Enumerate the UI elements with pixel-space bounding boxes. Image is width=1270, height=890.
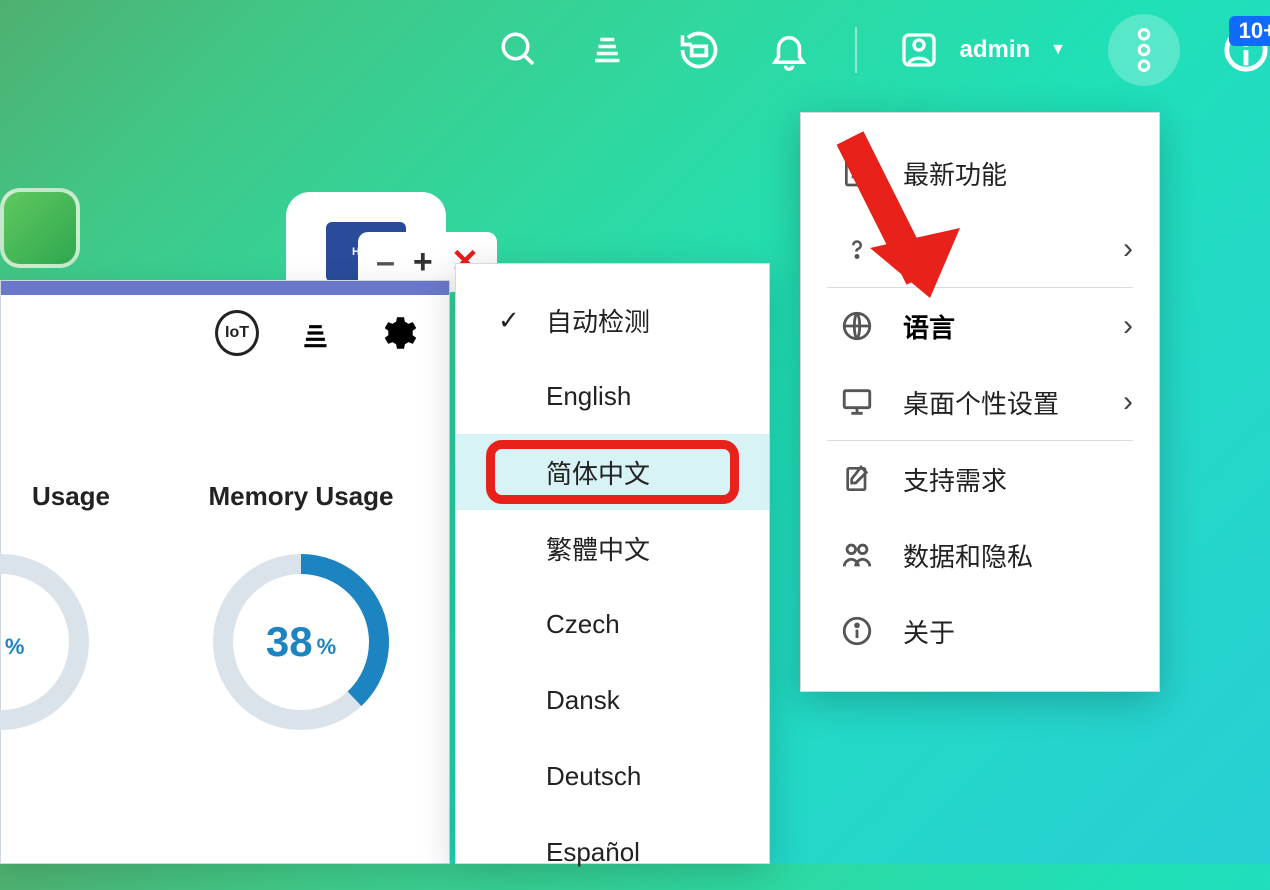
dashboard-window: IoT Usage 0% Memory Usage 38% [0, 280, 450, 864]
window-toolbar: IoT [215, 311, 419, 355]
usage-value: 0 [0, 618, 1, 666]
info-icon [839, 613, 875, 649]
lang-label: Español [546, 837, 640, 868]
news-icon [839, 155, 875, 191]
lang-item-traditional-chinese[interactable]: 繁體中文 [456, 510, 769, 586]
window-minimize-button[interactable]: – [376, 243, 395, 282]
menu-item-help[interactable]: 助 › [801, 211, 1159, 287]
window-maximize-button[interactable]: + [413, 243, 433, 282]
chevron-right-icon: › [1123, 232, 1133, 266]
toolbar-divider [855, 27, 857, 73]
notification-badge: 10+ [1229, 16, 1270, 46]
monitor-icon [839, 384, 875, 420]
help-icon [839, 231, 875, 267]
logs-icon[interactable] [295, 311, 339, 355]
lang-item-czech[interactable]: Czech [456, 586, 769, 662]
memory-pct: % [317, 634, 337, 660]
menu-label: 数据和隐私 [903, 537, 1133, 574]
memory-metric: Memory Usage 38% [161, 481, 441, 732]
menu-label: 最新功能 [903, 155, 1133, 192]
language-submenu: ✓ 自动检测 English 简体中文 繁體中文 Czech Dansk Deut… [455, 263, 770, 864]
lang-label: 简体中文 [546, 454, 650, 491]
menu-item-language[interactable]: 语言 › [801, 288, 1159, 364]
note-icon [839, 461, 875, 497]
more-options-button[interactable] [1108, 14, 1180, 86]
lang-item-deutsch[interactable]: Deutsch [456, 738, 769, 814]
lang-label: 自动检测 [546, 302, 650, 339]
menu-item-desktop-personalize[interactable]: 桌面个性设置 › [801, 364, 1159, 440]
user-menu[interactable]: admin ▼ [899, 30, 1066, 70]
lang-label: English [546, 381, 631, 412]
menu-label: 关于 [903, 613, 1133, 650]
dashboard-icon[interactable]: 10+ [1222, 26, 1270, 74]
chevron-right-icon: › [1123, 309, 1133, 343]
menu-label: 助 [903, 231, 1095, 268]
search-icon[interactable] [495, 26, 543, 74]
window-title-bar[interactable] [1, 281, 449, 295]
globe-icon [839, 308, 875, 344]
bell-icon[interactable] [765, 26, 813, 74]
user-name-label: admin [959, 36, 1030, 64]
menu-item-about[interactable]: 关于 [801, 593, 1159, 669]
lang-label: 繁體中文 [546, 530, 650, 567]
menu-label: 桌面个性设置 [903, 384, 1095, 421]
people-icon [839, 537, 875, 573]
lang-item-simplified-chinese[interactable]: 简体中文 [456, 434, 769, 510]
stack-icon[interactable] [585, 26, 633, 74]
menu-label: 语言 [903, 308, 1095, 345]
usage-pct: % [5, 634, 25, 660]
memory-label: Memory Usage [161, 481, 441, 512]
lang-item-english[interactable]: English [456, 358, 769, 434]
chevron-right-icon: › [1123, 385, 1133, 419]
lang-label: Dansk [546, 685, 620, 716]
gear-icon[interactable] [375, 311, 419, 355]
refresh-icon[interactable] [675, 26, 723, 74]
caret-down-icon: ▼ [1050, 41, 1066, 59]
lang-item-auto[interactable]: ✓ 自动检测 [456, 282, 769, 358]
memory-value: 38 [266, 618, 313, 666]
menu-item-privacy[interactable]: 数据和隐私 [801, 517, 1159, 593]
lang-label: Czech [546, 609, 620, 640]
usage-label: Usage [21, 481, 121, 512]
menu-item-whatsnew[interactable]: 最新功能 [801, 135, 1159, 211]
lang-item-dansk[interactable]: Dansk [456, 662, 769, 738]
top-toolbar: admin ▼ 10+ [0, 0, 1270, 100]
check-icon: ✓ [498, 305, 520, 336]
menu-item-support[interactable]: 支持需求 [801, 441, 1159, 517]
menu-label: 支持需求 [903, 461, 1133, 498]
usage-metric: Usage 0% [21, 481, 121, 732]
lang-item-espanol[interactable]: Español [456, 814, 769, 890]
iot-icon[interactable]: IoT [215, 311, 259, 355]
options-menu: 最新功能 助 › 语言 › 桌面个性设置 › 支持需求 数据和隐私 关于 [800, 112, 1160, 692]
lang-label: Deutsch [546, 761, 641, 792]
desktop-app-icon-1[interactable] [0, 188, 80, 268]
